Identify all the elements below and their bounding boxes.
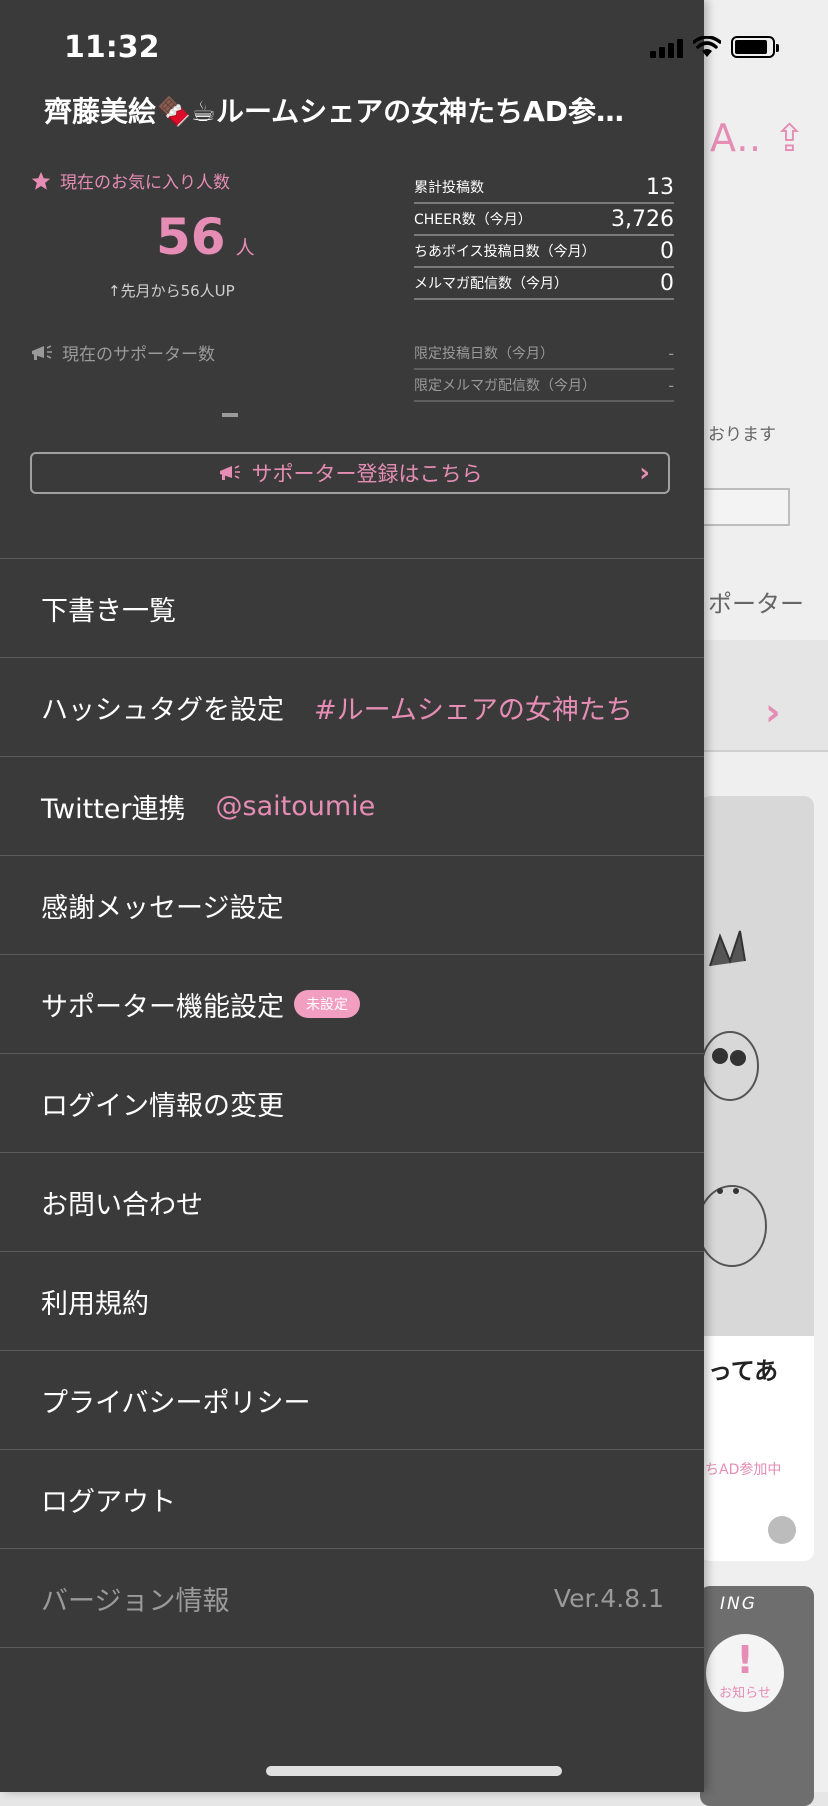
menu-label: サポーター機能設定: [41, 991, 284, 1023]
stat-value: -: [668, 375, 674, 395]
menu-item-login-info[interactable]: ログイン情報の変更: [0, 1054, 704, 1153]
post-title: ってあ: [708, 1357, 779, 1385]
side-drawer: 11:32 齊藤美絵🍫☕ルームシェアの女神たちAD参… 現在のお気に入り人数 5…: [0, 0, 779, 1792]
favorites-unit: 人: [235, 237, 255, 259]
battery-icon: [731, 36, 779, 58]
supporters-label-group: 現在のサポーター数: [30, 340, 215, 365]
supporter-register-button[interactable]: サポーター登録はこちら ›: [30, 452, 670, 494]
card-label: ING: [720, 1594, 757, 1614]
share-icon[interactable]: A‥ ⇪: [710, 116, 805, 160]
background-input[interactable]: [700, 488, 790, 526]
menu-item-thanks-message[interactable]: 感謝メッセージ設定: [0, 856, 704, 955]
supporters-value: [222, 413, 238, 417]
stat-key: 累計投稿数: [414, 180, 484, 196]
sketch-illustration: [700, 930, 767, 1267]
menu-item-logout[interactable]: ログアウト: [0, 1450, 704, 1549]
menu-item-hashtag[interactable]: ハッシュタグを設定 #ルームシェアの女神たち: [0, 658, 704, 757]
post-tag: ちAD参加中: [705, 1462, 782, 1478]
stat-row: ちあボイス投稿日数（今月） 0: [414, 236, 674, 268]
megaphone-icon: [32, 344, 52, 360]
stat-row: 限定投稿日数（今月） -: [414, 338, 674, 370]
twitter-handle: @saitoumie: [215, 790, 376, 822]
stat-row: 限定メルマガ配信数（今月） -: [414, 370, 674, 402]
supporter-register-label: サポーター登録はこちら: [251, 462, 483, 486]
drawer-menu: 下書き一覧 ハッシュタグを設定 #ルームシェアの女神たち Twitter連携 @…: [0, 558, 704, 1648]
stat-value: -: [668, 343, 674, 363]
menu-item-twitter[interactable]: Twitter連携 @saitoumie: [0, 757, 704, 856]
upload-icon[interactable]: ⇪: [773, 116, 805, 160]
drawer-title: 齊藤美絵🍫☕ルームシェアの女神たちAD参…: [44, 95, 625, 128]
post-card[interactable]: ってあ ちAD参加中: [700, 796, 814, 1561]
stat-key: CHEER数（今月）: [414, 212, 532, 228]
stat-key: 限定投稿日数（今月）: [414, 346, 554, 362]
notice-text: おります: [708, 425, 776, 445]
menu-label: Twitter連携: [41, 793, 186, 825]
wifi-icon: [693, 36, 721, 58]
notice-label: お知らせ: [719, 1686, 771, 1701]
post-image: [700, 796, 814, 1336]
menu-item-supporter-settings[interactable]: サポーター機能設定 未設定: [0, 955, 704, 1054]
exclamation-icon: !: [736, 1638, 754, 1682]
notice-button[interactable]: ! お知らせ: [706, 1634, 784, 1712]
section-band: [700, 640, 828, 750]
menu-label: ハッシュタグを設定: [41, 694, 284, 726]
stat-value: 3,726: [611, 206, 674, 232]
stats-table: 累計投稿数 13 CHEER数（今月） 3,726 ちあボイス投稿日数（今月） …: [414, 172, 674, 300]
status-badge: 未設定: [294, 990, 360, 1018]
version-value: Ver.4.8.1: [553, 1583, 664, 1613]
home-indicator[interactable]: [266, 1766, 562, 1776]
favorites-count: 56 人: [156, 208, 255, 266]
stat-row: CHEER数（今月） 3,726: [414, 204, 674, 236]
stat-row: メルマガ配信数（今月） 0: [414, 268, 674, 300]
menu-label: ログアウト: [41, 1486, 176, 1518]
menu-label: プライバシーポリシー: [41, 1387, 311, 1419]
signal-icon: [650, 39, 683, 58]
stat-row: 累計投稿数 13: [414, 172, 674, 204]
menu-label: ログイン情報の変更: [41, 1090, 284, 1122]
hashtag-value: #ルームシェアの女神たち: [314, 694, 633, 726]
status-icons: [650, 36, 779, 58]
limited-stats-table: 限定投稿日数（今月） - 限定メルマガ配信数（今月） -: [414, 338, 674, 402]
stat-value: 13: [646, 174, 674, 200]
menu-item-drafts[interactable]: 下書き一覧: [0, 559, 704, 658]
stat-value: 0: [660, 238, 674, 264]
menu-item-privacy[interactable]: プライバシーポリシー: [0, 1351, 704, 1450]
menu-item-version: バージョン情報 Ver.4.8.1: [0, 1549, 704, 1648]
chevron-right-icon[interactable]: ›: [765, 690, 781, 734]
stat-value: 0: [660, 270, 674, 296]
menu-label: 利用規約: [41, 1288, 149, 1320]
supporters-label: 現在のサポーター数: [62, 345, 215, 365]
favorites-change: ↑先月から56人UP: [108, 282, 235, 300]
favorites-label-group: 現在のお気に入り人数: [30, 168, 230, 193]
stat-key: ちあボイス投稿日数（今月）: [414, 244, 596, 260]
version-label: バージョン情報: [41, 1585, 230, 1617]
menu-label: 下書き一覧: [41, 595, 176, 627]
supporter-text: ポーター: [708, 590, 804, 618]
divider: [700, 750, 828, 752]
menu-label: 感謝メッセージ設定: [41, 892, 284, 924]
stat-key: メルマガ配信数（今月）: [414, 276, 568, 292]
menu-item-terms[interactable]: 利用規約: [0, 1252, 704, 1351]
menu-label: お問い合わせ: [41, 1189, 203, 1221]
megaphone-icon: [219, 465, 240, 480]
chevron-right-icon: ›: [639, 458, 650, 488]
lock-icon: [768, 1516, 796, 1544]
favorites-label: 現在のお気に入り人数: [60, 173, 230, 193]
status-time: 11:32: [64, 30, 160, 65]
star-icon: [31, 171, 51, 190]
header-text: A‥: [710, 116, 762, 160]
favorites-number: 56: [156, 208, 226, 266]
stat-key: 限定メルマガ配信数（今月）: [414, 378, 596, 394]
menu-item-contact[interactable]: お問い合わせ: [0, 1153, 704, 1252]
